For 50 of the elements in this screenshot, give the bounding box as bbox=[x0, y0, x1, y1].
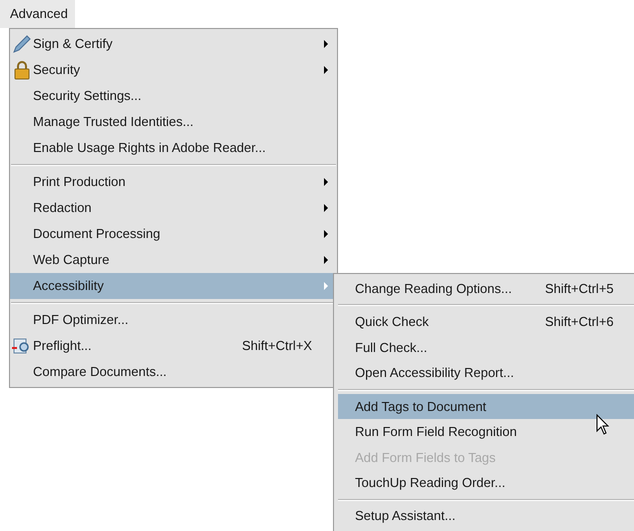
item-label: Enable Usage Rights in Adobe Reader... bbox=[33, 139, 266, 158]
item-label: Print Production bbox=[33, 173, 126, 192]
item-label: Add Tags to Document bbox=[355, 398, 486, 416]
menu-item[interactable]: Full Check... bbox=[338, 334, 634, 360]
item-label: Security Settings... bbox=[33, 87, 142, 106]
item-label: Sign & Certify bbox=[33, 35, 112, 54]
lock-icon bbox=[12, 60, 32, 80]
shortcut-label: Shift+Ctrl+5 bbox=[545, 280, 614, 298]
item-label: Run Form Field Recognition bbox=[355, 423, 517, 442]
magnifier-icon bbox=[12, 336, 32, 356]
item-label: PDF Optimizer... bbox=[33, 311, 128, 330]
item-label: Open Accessibility Report... bbox=[355, 364, 514, 382]
item-label: Security bbox=[33, 61, 80, 80]
menu-item[interactable]: Quick Check Shift+Ctrl+6 bbox=[338, 309, 634, 335]
menu-item[interactable]: Redaction bbox=[10, 195, 337, 221]
item-label: Accessibility bbox=[33, 277, 104, 296]
menu-item[interactable]: Change Reading Options... Shift+Ctrl+5 bbox=[338, 276, 634, 302]
item-label: TouchUp Reading Order... bbox=[355, 474, 506, 492]
cursor-icon bbox=[596, 414, 610, 436]
item-label: Redaction bbox=[33, 199, 92, 218]
menu-item[interactable]: Enable Usage Rights in Adobe Reader... bbox=[10, 135, 337, 161]
menu-item[interactable]: Run Form Field Recognition bbox=[338, 419, 634, 445]
menu-item[interactable]: Compare Documents... bbox=[10, 359, 337, 385]
menu-item[interactable]: TouchUp Reading Order... bbox=[338, 470, 634, 496]
menu-item[interactable]: Preflight... Shift+Ctrl+X bbox=[10, 333, 337, 359]
item-label: Document Processing bbox=[33, 225, 160, 244]
menu-item[interactable]: PDF Optimizer... bbox=[10, 307, 337, 333]
item-label: Setup Assistant... bbox=[355, 507, 456, 526]
menu-item[interactable]: Web Capture bbox=[10, 247, 337, 273]
menu-item[interactable]: Add Tags to Document bbox=[338, 394, 634, 420]
item-label: Change Reading Options... bbox=[355, 280, 512, 298]
menu-item[interactable]: Setup Assistant... bbox=[338, 504, 634, 529]
menu-item[interactable]: Security bbox=[10, 57, 337, 83]
menu-item[interactable]: Manage Trusted Identities... bbox=[10, 109, 337, 135]
item-label: Manage Trusted Identities... bbox=[33, 113, 194, 132]
menu-item[interactable]: Sign & Certify bbox=[10, 31, 337, 57]
item-label: Quick Check bbox=[355, 313, 429, 332]
menu-title[interactable]: Advanced bbox=[0, 0, 75, 28]
item-label: Web Capture bbox=[33, 251, 110, 270]
item-label: Preflight... bbox=[33, 337, 92, 356]
menu-item[interactable]: Security Settings... bbox=[10, 83, 337, 109]
item-label: Compare Documents... bbox=[33, 363, 167, 382]
menu-item[interactable]: Print Production bbox=[10, 169, 337, 195]
item-label: Full Check... bbox=[355, 338, 428, 357]
menu-item[interactable]: Document Processing bbox=[10, 221, 337, 247]
shortcut-label: Shift+Ctrl+X bbox=[242, 337, 312, 356]
pen-icon bbox=[12, 34, 32, 54]
shortcut-label: Shift+Ctrl+6 bbox=[545, 313, 614, 332]
menu-item[interactable]: Open Accessibility Report... bbox=[338, 360, 634, 386]
item-label: Add Form Fields to Tags bbox=[355, 448, 496, 467]
